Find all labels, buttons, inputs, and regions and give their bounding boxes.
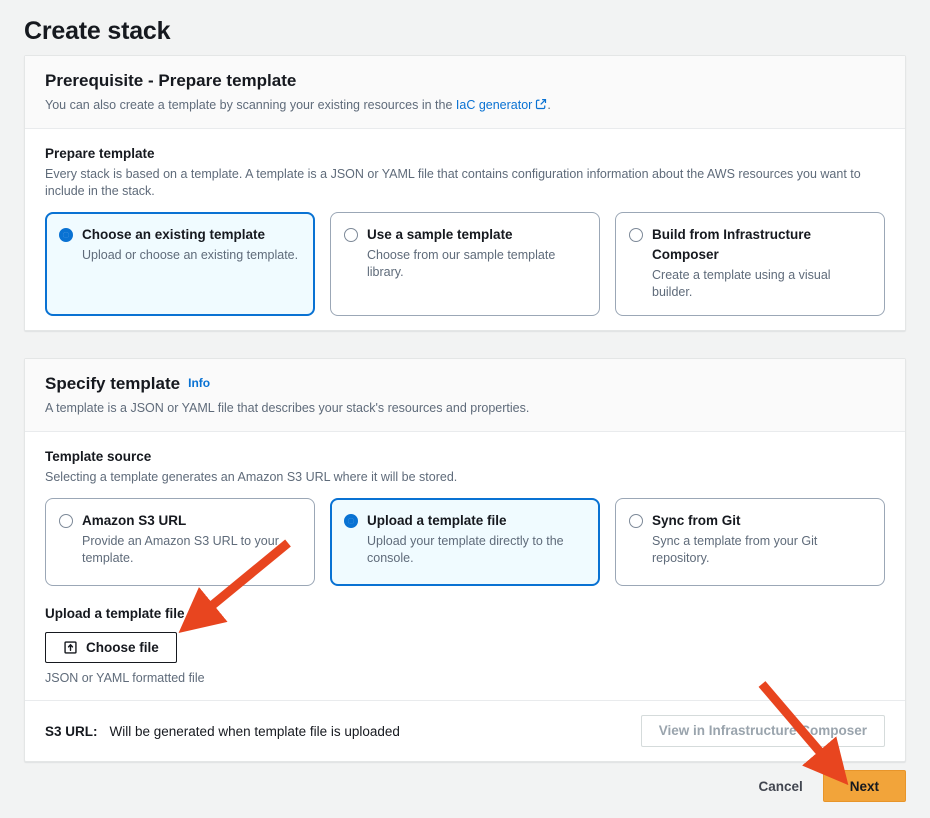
template-source-description: Selecting a template generates an Amazon…: [45, 469, 885, 486]
s3-url-label: S3 URL:: [45, 724, 98, 739]
prepare-template-option-composer[interactable]: Build from Infrastructure Composer Creat…: [615, 212, 885, 316]
radio-icon-choose-existing[interactable]: [59, 228, 73, 242]
create-stack-page: Create stack Prerequisite - Prepare temp…: [0, 0, 930, 818]
prepare-template-option-choose-existing[interactable]: Choose an existing template Upload or ch…: [45, 212, 315, 316]
footer-actions: Cancel Next: [744, 770, 906, 802]
prerequisite-title: Prerequisite - Prepare template: [45, 70, 296, 92]
option-description: Provide an Amazon S3 URL to your templat…: [82, 533, 300, 567]
next-button[interactable]: Next: [823, 770, 906, 802]
specify-template-title: Specify template: [45, 373, 180, 395]
prerequisite-card: Prerequisite - Prepare template You can …: [24, 55, 906, 331]
prerequisite-description-period: .: [547, 98, 550, 112]
option-label: Amazon S3 URL: [82, 513, 186, 528]
prepare-template-radio-group: Choose an existing template Upload or ch…: [45, 212, 885, 316]
radio-icon-infrastructure-composer[interactable]: [629, 228, 643, 242]
radio-icon-upload-template-file[interactable]: [344, 514, 358, 528]
template-source-radio-group: Amazon S3 URL Provide an Amazon S3 URL t…: [45, 498, 885, 586]
prepare-template-body: Prepare template Every stack is based on…: [25, 129, 905, 330]
prerequisite-description-text: You can also create a template by scanni…: [45, 98, 456, 112]
option-label: Build from Infrastructure Composer: [652, 227, 811, 262]
radio-icon-sync-from-git[interactable]: [629, 514, 643, 528]
prerequisite-description: You can also create a template by scanni…: [45, 96, 885, 114]
choose-file-button[interactable]: Choose file: [45, 632, 177, 663]
s3-url-row: S3 URL: Will be generated when template …: [25, 700, 905, 761]
option-description: Sync a template from your Git repository…: [652, 533, 870, 567]
specify-template-info-link[interactable]: Info: [188, 376, 210, 390]
prepare-template-label: Prepare template: [45, 145, 885, 163]
prerequisite-card-header: Prerequisite - Prepare template You can …: [25, 56, 905, 129]
s3-url-value: Will be generated when template file is …: [110, 724, 400, 739]
view-in-infrastructure-composer-button[interactable]: View in Infrastructure Composer: [641, 715, 885, 747]
iac-generator-link[interactable]: IaC generator: [456, 98, 532, 112]
choose-file-button-label: Choose file: [86, 641, 159, 655]
prepare-template-description: Every stack is based on a template. A te…: [45, 166, 885, 200]
specify-template-card: Specify template Info A template is a JSO…: [24, 358, 906, 762]
cancel-button[interactable]: Cancel: [744, 770, 816, 802]
file-upload-icon: [63, 640, 78, 655]
option-label: Choose an existing template: [82, 227, 265, 242]
option-label: Upload a template file: [367, 513, 507, 528]
upload-template-file-section: Upload a template file Choose file JSON …: [45, 605, 885, 686]
page-title: Create stack: [0, 0, 930, 48]
template-source-label: Template source: [45, 448, 885, 466]
upload-template-file-label: Upload a template file: [45, 605, 885, 623]
specify-template-card-header: Specify template Info A template is a JSO…: [25, 359, 905, 432]
option-description: Upload or choose an existing template.: [82, 247, 298, 264]
template-source-option-s3-url[interactable]: Amazon S3 URL Provide an Amazon S3 URL t…: [45, 498, 315, 586]
prepare-template-option-sample[interactable]: Use a sample template Choose from our sa…: [330, 212, 600, 316]
specify-template-description: A template is a JSON or YAML file that d…: [45, 399, 885, 417]
file-format-hint: JSON or YAML formatted file: [45, 670, 885, 686]
option-label: Sync from Git: [652, 513, 741, 528]
radio-icon-sample-template[interactable]: [344, 228, 358, 242]
template-source-option-upload-file[interactable]: Upload a template file Upload your templ…: [330, 498, 600, 586]
option-description: Choose from our sample template library.: [367, 247, 585, 281]
radio-icon-amazon-s3-url[interactable]: [59, 514, 73, 528]
template-source-option-sync-git[interactable]: Sync from Git Sync a template from your …: [615, 498, 885, 586]
option-description: Create a template using a visual builder…: [652, 267, 870, 301]
option-label: Use a sample template: [367, 227, 513, 242]
option-description: Upload your template directly to the con…: [367, 533, 585, 567]
template-source-body: Template source Selecting a template gen…: [25, 432, 905, 700]
external-link-icon: [535, 97, 547, 109]
